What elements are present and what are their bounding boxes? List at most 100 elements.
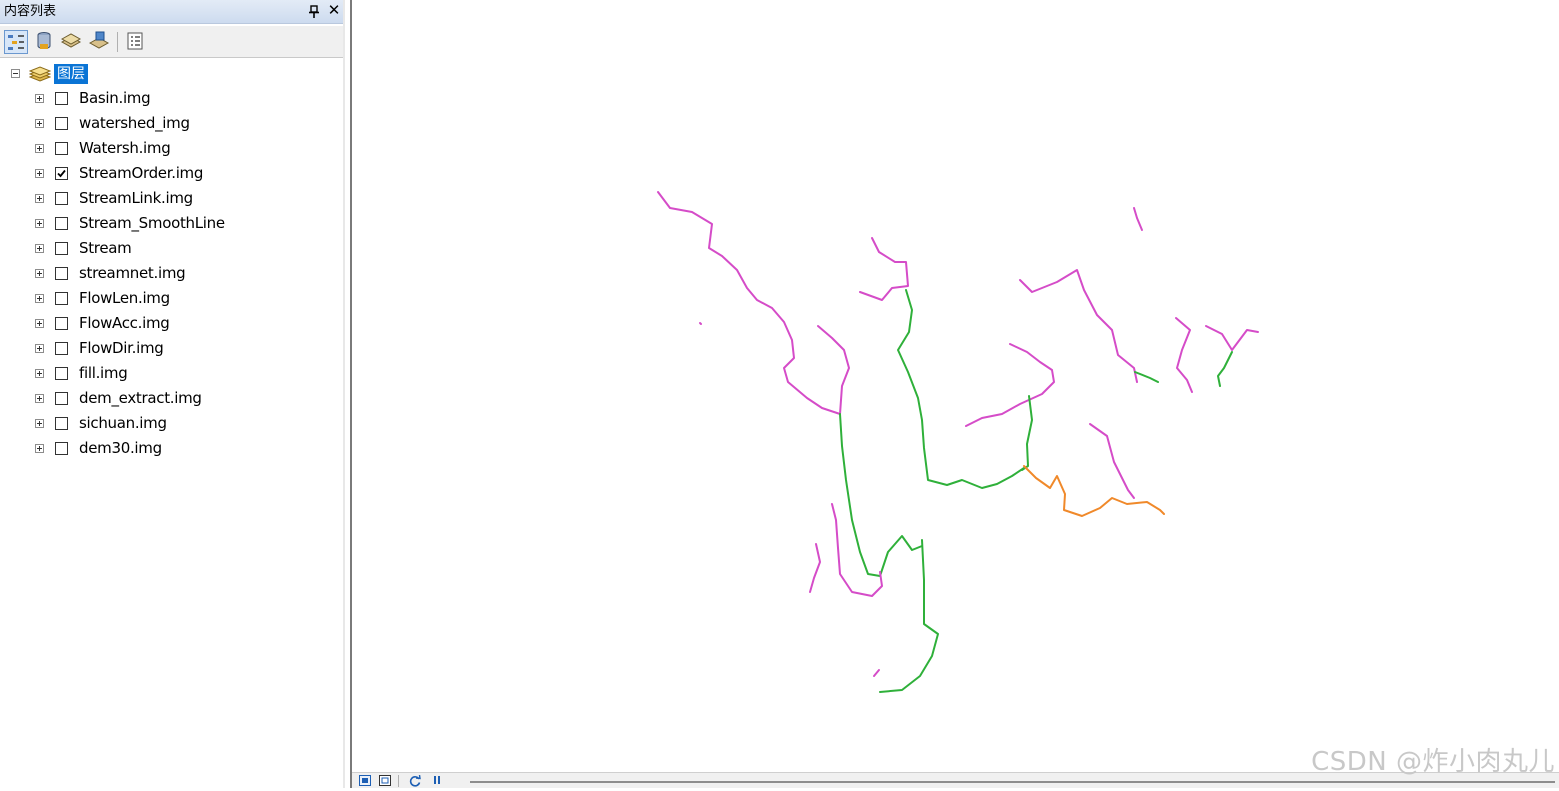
collapse-toggle[interactable]	[11, 69, 20, 78]
layer-row[interactable]: watershed_img	[0, 111, 340, 136]
stream-segment-order2	[1134, 371, 1159, 383]
expand-toggle[interactable]	[35, 319, 44, 328]
status-separator	[398, 775, 399, 787]
layer-visibility-checkbox[interactable]	[55, 142, 68, 155]
layer-row[interactable]: Stream	[0, 236, 340, 261]
layer-label[interactable]: StreamOrder.img	[79, 161, 203, 186]
expand-toggle[interactable]	[35, 269, 44, 278]
data-view-icon[interactable]	[358, 775, 372, 787]
expand-toggle[interactable]	[35, 294, 44, 303]
layer-visibility-checkbox[interactable]	[55, 342, 68, 355]
layer-label[interactable]: dem_extract.img	[79, 386, 202, 411]
layer-label[interactable]: Stream_SmoothLine	[79, 211, 225, 236]
layout-view-icon[interactable]	[378, 775, 392, 787]
list-by-selection-button[interactable]	[88, 30, 112, 54]
close-icon[interactable]: ✕	[327, 3, 341, 19]
layer-label[interactable]: watershed_img	[79, 111, 190, 136]
layer-label[interactable]: FlowLen.img	[79, 286, 170, 311]
layer-label[interactable]: FlowDir.img	[79, 336, 164, 361]
expand-toggle[interactable]	[35, 244, 44, 253]
layer-visibility-checkbox[interactable]	[55, 167, 68, 180]
list-by-visibility-button[interactable]	[60, 30, 84, 54]
layer-row[interactable]: FlowDir.img	[0, 336, 340, 361]
pin-icon[interactable]	[308, 3, 320, 19]
layer-label[interactable]: FlowAcc.img	[79, 311, 170, 336]
pause-icon[interactable]	[430, 775, 444, 787]
layer-label[interactable]: sichuan.img	[79, 411, 167, 436]
stream-segment-order1	[1205, 325, 1259, 351]
stream-segment-order1	[657, 191, 841, 415]
expand-toggle[interactable]	[35, 369, 44, 378]
stream-segment-order2	[879, 539, 939, 693]
layer-row[interactable]: StreamLink.img	[0, 186, 340, 211]
stream-segment-order1	[699, 322, 702, 325]
horizontal-scrollbar[interactable]	[470, 781, 1555, 783]
panel-title-bar[interactable]: 内容列表 ✕	[0, 0, 345, 24]
group-layer-row[interactable]: 图层	[0, 61, 340, 86]
layer-label[interactable]: streamnet.img	[79, 261, 186, 286]
layer-visibility-checkbox[interactable]	[55, 392, 68, 405]
list-by-source-button[interactable]	[33, 30, 57, 54]
expand-toggle[interactable]	[35, 219, 44, 228]
layer-visibility-checkbox[interactable]	[55, 417, 68, 430]
watermark-text: CSDN @炸小肉丸儿	[1311, 747, 1555, 777]
layer-row[interactable]: Watersh.img	[0, 136, 340, 161]
layer-row[interactable]: Basin.img	[0, 86, 340, 111]
layer-row[interactable]: FlowLen.img	[0, 286, 340, 311]
layer-tree: 图层 Basin.img watershed_img Watersh.img Stre…	[0, 60, 340, 780]
map-view[interactable]	[350, 0, 1559, 788]
layer-row[interactable]: dem30.img	[0, 436, 340, 461]
options-list-icon	[127, 32, 143, 50]
layer-label[interactable]: dem30.img	[79, 436, 162, 461]
refresh-icon[interactable]	[408, 774, 422, 787]
layer-label[interactable]: Stream	[79, 236, 132, 261]
stream-segment-order1	[809, 543, 821, 593]
expand-toggle[interactable]	[35, 394, 44, 403]
layer-visibility-checkbox[interactable]	[55, 367, 68, 380]
expand-toggle[interactable]	[35, 194, 44, 203]
layer-label[interactable]: Basin.img	[79, 86, 151, 111]
options-button[interactable]	[124, 30, 148, 54]
layer-label[interactable]: fill.img	[79, 361, 128, 386]
layer-visibility-checkbox[interactable]	[55, 117, 68, 130]
layer-row[interactable]: streamnet.img	[0, 261, 340, 286]
expand-toggle[interactable]	[35, 144, 44, 153]
stream-segment-order1	[859, 237, 909, 301]
layer-row[interactable]: StreamOrder.img	[0, 161, 340, 186]
expand-toggle[interactable]	[35, 94, 44, 103]
expand-toggle[interactable]	[35, 344, 44, 353]
layer-visibility-checkbox[interactable]	[55, 442, 68, 455]
stream-segment-order2	[1217, 351, 1233, 387]
layer-row[interactable]: FlowAcc.img	[0, 311, 340, 336]
layer-visibility-checkbox[interactable]	[55, 292, 68, 305]
layer-visibility-checkbox[interactable]	[55, 192, 68, 205]
stream-segment-order3	[1023, 465, 1165, 517]
expand-toggle[interactable]	[35, 444, 44, 453]
map-canvas[interactable]	[352, 0, 1559, 772]
stream-segment-order1	[817, 325, 850, 415]
layer-row[interactable]: sichuan.img	[0, 411, 340, 436]
expand-toggle[interactable]	[35, 169, 44, 178]
layer-row[interactable]: dem_extract.img	[0, 386, 340, 411]
panel-splitter[interactable]	[343, 0, 345, 788]
toc-toolbar	[0, 26, 345, 58]
stream-segment-order1	[1019, 269, 1138, 383]
layer-label[interactable]: StreamLink.img	[79, 186, 193, 211]
layer-visibility-checkbox[interactable]	[55, 92, 68, 105]
layer-visibility-checkbox[interactable]	[55, 317, 68, 330]
drawing-order-icon	[8, 35, 24, 50]
selection-layers-icon	[88, 31, 110, 49]
table-of-contents-panel: 内容列表 ✕ 图层 Basin.img watershed_img Waters…	[0, 0, 345, 788]
layer-visibility-checkbox[interactable]	[55, 267, 68, 280]
list-by-drawing-order-button[interactable]	[4, 30, 28, 54]
layer-row[interactable]: fill.img	[0, 361, 340, 386]
layer-label[interactable]: Watersh.img	[79, 136, 171, 161]
layer-row[interactable]: Stream_SmoothLine	[0, 211, 340, 236]
expand-toggle[interactable]	[35, 419, 44, 428]
expand-toggle[interactable]	[35, 119, 44, 128]
layer-visibility-checkbox[interactable]	[55, 242, 68, 255]
stream-segment-order1	[873, 669, 880, 677]
panel-title: 内容列表	[4, 4, 57, 19]
layer-visibility-checkbox[interactable]	[55, 217, 68, 230]
group-layer-label[interactable]: 图层	[54, 64, 88, 84]
